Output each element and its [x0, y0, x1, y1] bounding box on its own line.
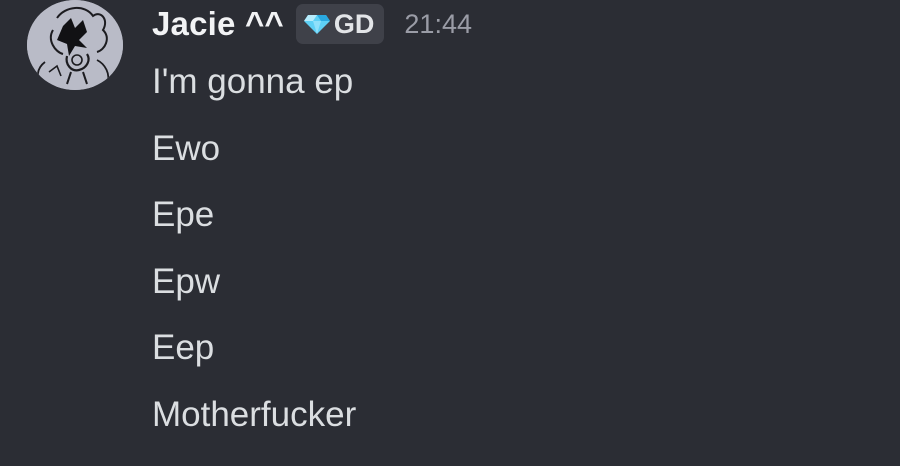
message-text[interactable]: Epe	[152, 191, 356, 258]
message-header: Jacie ^^ GD 21:44	[152, 2, 472, 46]
avatar-image	[27, 0, 123, 90]
message-text[interactable]: Eep	[152, 324, 356, 391]
avatar[interactable]	[27, 0, 123, 90]
message-text[interactable]: I'm gonna ep	[152, 58, 356, 125]
username[interactable]: Jacie ^^	[152, 5, 284, 43]
server-tag-label: GD	[333, 8, 375, 39]
chat-message-group: Jacie ^^ GD 21:44 I'm gonna ep Ewo Epe E…	[0, 0, 900, 466]
diamond-icon	[303, 15, 330, 34]
message-text[interactable]: Motherfucker	[152, 391, 356, 458]
message-text[interactable]: Epw	[152, 258, 356, 325]
message-text[interactable]: Ewo	[152, 125, 356, 192]
message-list: I'm gonna ep Ewo Epe Epw Eep Motherfucke…	[152, 58, 356, 457]
server-tag[interactable]: GD	[295, 4, 385, 44]
timestamp[interactable]: 21:44	[404, 9, 472, 40]
